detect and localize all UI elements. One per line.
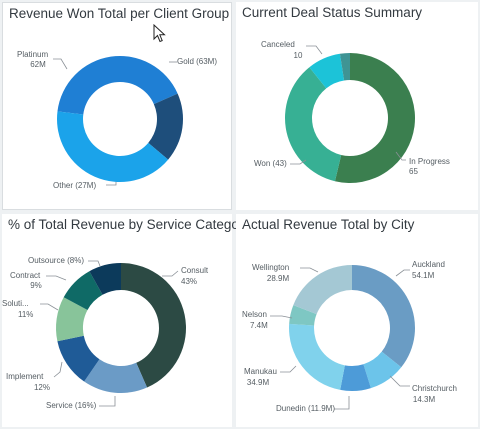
value-label: 62M xyxy=(30,60,46,69)
category-label: Implement xyxy=(6,372,44,381)
category-label: Christchurch xyxy=(412,384,457,393)
category-label: Wellington xyxy=(252,263,289,272)
leader-line xyxy=(389,375,410,387)
chart-tile-city[interactable]: Actual Revenue Total by City Auckland 54.… xyxy=(236,214,478,427)
value-label: 65 xyxy=(409,167,418,176)
value-label: 28.9M xyxy=(267,274,290,283)
donut-slice-wellington[interactable] xyxy=(293,265,352,315)
category-label: Soluti... xyxy=(2,299,29,308)
value-label: 54.1M xyxy=(412,271,435,280)
chart-tile-deal-status[interactable]: Current Deal Status Summary In Progress 6… xyxy=(236,2,478,210)
mouse-cursor-icon xyxy=(153,24,166,43)
leader-line xyxy=(88,260,101,267)
donut-slice-auckland[interactable] xyxy=(352,265,415,368)
value-label: 10 xyxy=(294,51,303,60)
value-label: 7.4M xyxy=(250,321,268,330)
category-label: Auckland xyxy=(412,260,445,269)
donut-chart: Gold (63M) Other (27M) Platinum62M xyxy=(17,50,217,190)
value-label: 9% xyxy=(30,281,42,290)
leader-line xyxy=(53,58,68,70)
donut-chart: In Progress65 Won (43) Canceled 10 xyxy=(254,40,450,183)
category-label: Contract xyxy=(10,271,41,280)
data-label: Won (43) xyxy=(254,159,287,168)
category-label: In Progress xyxy=(409,157,450,166)
value-label: 43% xyxy=(181,277,197,286)
chart-tile-client-group[interactable]: Revenue Won Total per Client Group Gold … xyxy=(2,2,232,210)
donut-slice-manukau[interactable] xyxy=(289,323,345,390)
leader-line xyxy=(99,396,116,407)
category-label: Nelson xyxy=(242,310,267,319)
leader-line xyxy=(40,303,59,311)
value-label: 11% xyxy=(18,310,33,319)
data-label: Outsource (8%) xyxy=(28,256,84,265)
donut-slice-platinum[interactable] xyxy=(56,111,169,183)
data-label: Service (16%) xyxy=(46,401,97,410)
chart-tile-service-category[interactable]: % of Total Revenue by Service Category C… xyxy=(2,214,250,427)
leader-line xyxy=(334,396,350,410)
leader-line xyxy=(270,315,293,319)
value-label: 14.3M xyxy=(413,395,436,404)
value-label: 34.9M xyxy=(247,378,270,387)
leader-line xyxy=(306,45,323,55)
data-label: Other (27M) xyxy=(53,181,96,190)
data-label: Gold (63M) xyxy=(177,57,217,66)
value-label: 12% xyxy=(34,383,50,392)
category-label: Canceled xyxy=(261,40,295,49)
leader-line xyxy=(162,270,179,277)
category-label: Manukau xyxy=(244,367,277,376)
data-label: Dunedin (11.9M) xyxy=(276,404,335,413)
donut-chart: Auckland 54.1M Christchurch 14.3M Dunedin (1… xyxy=(242,260,457,413)
leader-line xyxy=(395,269,410,277)
leader-line xyxy=(46,275,67,281)
donut-chart: Consult 43% Service (16%) Implement 12% Solut… xyxy=(2,256,209,410)
category-label: Platinum xyxy=(17,50,48,59)
leader-line xyxy=(53,361,63,378)
leader-line xyxy=(300,267,319,273)
leader-line xyxy=(280,365,297,373)
category-label: Consult xyxy=(181,266,209,275)
